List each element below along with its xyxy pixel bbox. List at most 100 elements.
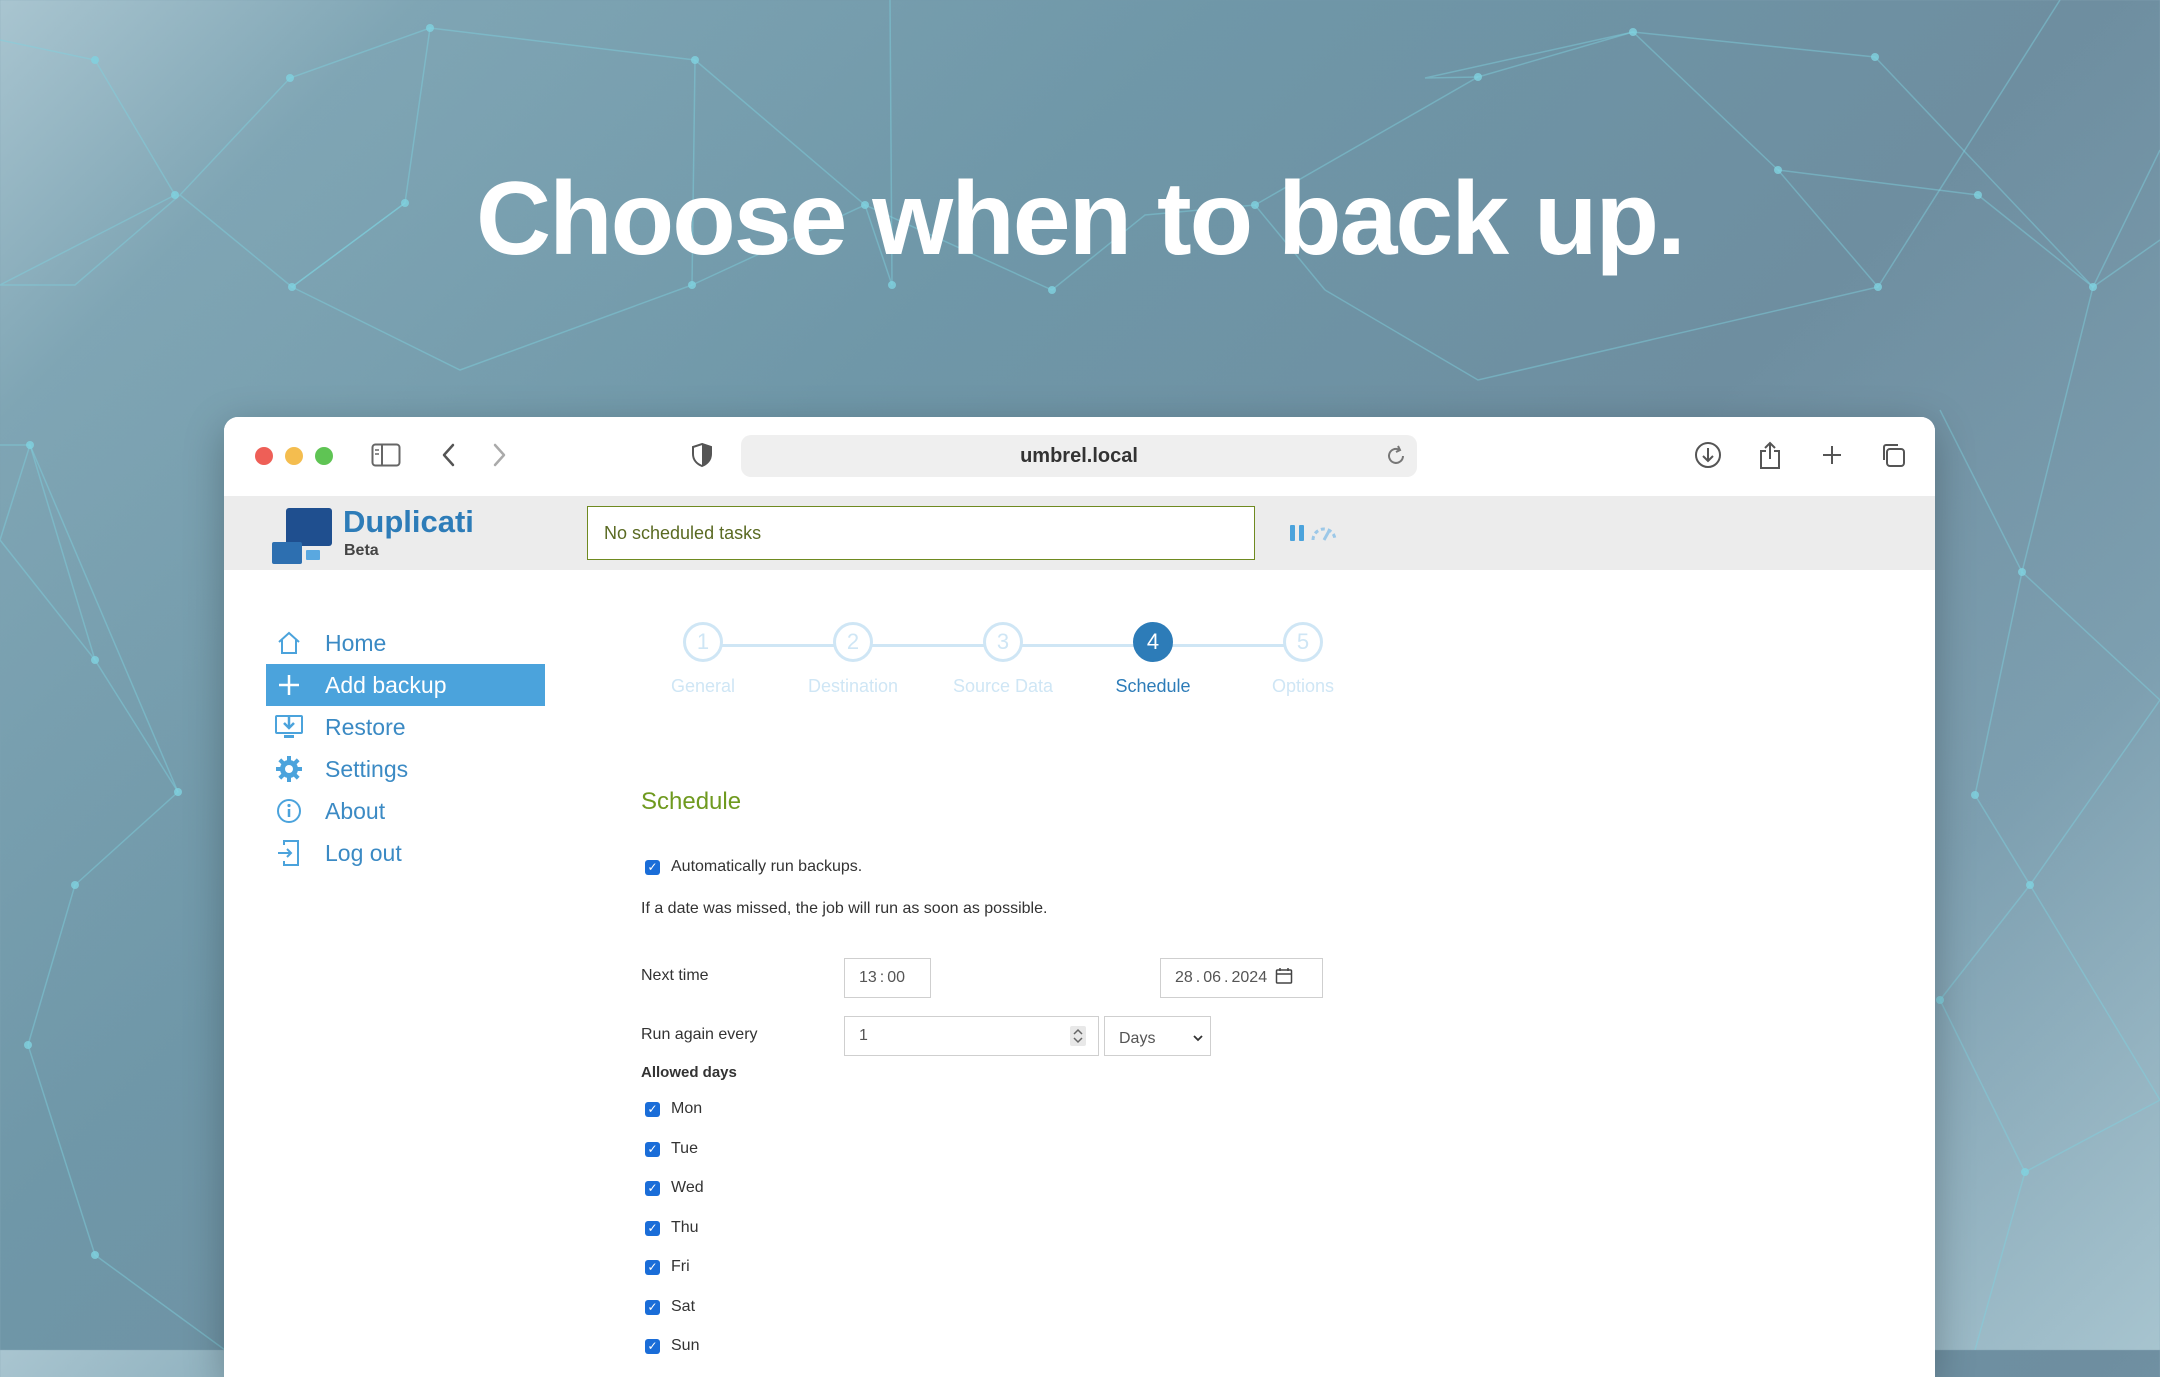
sidebar-item-label: Log out: [325, 839, 402, 866]
run-again-number-input[interactable]: 1: [844, 1016, 1099, 1056]
back-chevron-icon[interactable]: [433, 439, 465, 471]
step-number: 1: [683, 622, 723, 662]
sidebar-item-label: About: [325, 797, 386, 824]
checkbox[interactable]: ✓: [645, 1180, 660, 1196]
share-icon[interactable]: [1754, 439, 1786, 471]
number-stepper-icon[interactable]: [1070, 1026, 1086, 1051]
sidebar-item-settings[interactable]: Settings: [266, 748, 545, 790]
status-text: No scheduled tasks: [604, 522, 762, 543]
sidebar-item-label: Restore: [325, 713, 406, 740]
missed-date-info: If a date was missed, the job will run a…: [641, 900, 1048, 917]
next-time-input[interactable]: 13 : 00: [844, 958, 931, 998]
time-minutes: 00: [887, 969, 906, 986]
checkbox[interactable]: ✓: [645, 1299, 660, 1315]
sidebar-item-about[interactable]: About: [266, 790, 545, 832]
main-content: Home Add backup Restore Settings About L…: [224, 570, 1935, 1377]
next-time-label: Next time: [641, 967, 709, 984]
wizard-step-destination[interactable]: 2 Destination: [778, 622, 928, 697]
sidebar-nav: Home Add backup Restore Settings About L…: [266, 622, 545, 874]
day-checkbox-thu[interactable]: ✓ Thu: [645, 1219, 699, 1237]
sidebar-item-restore[interactable]: Restore: [266, 706, 545, 748]
section-title: Schedule: [641, 788, 742, 815]
gear-icon: [269, 748, 309, 790]
date-day: 28: [1175, 969, 1193, 986]
day-label: Sat: [671, 1298, 696, 1315]
sidebar-item-home[interactable]: Home: [266, 622, 545, 664]
forward-chevron-icon[interactable]: [483, 439, 515, 471]
day-checkbox-tue[interactable]: ✓ Tue: [645, 1140, 698, 1158]
wizard-steps: 1 General 2 Destination 3 Source Data 4 …: [628, 622, 1334, 722]
day-label: Fri: [671, 1258, 690, 1275]
wizard-step-schedule[interactable]: 4 Schedule: [1078, 622, 1228, 697]
step-number: 3: [983, 622, 1023, 662]
auto-run-checkbox-row[interactable]: ✓ Automatically run backups.: [645, 858, 862, 876]
allowed-days-label: Allowed days: [641, 1064, 737, 1081]
step-label: Source Data: [952, 676, 1054, 696]
hero-headline: Choose when to back up.: [476, 161, 1686, 277]
step-label: Options: [1271, 676, 1335, 696]
auto-run-label: Automatically run backups.: [671, 858, 863, 875]
run-again-value: 1: [859, 1027, 868, 1044]
checkbox[interactable]: ✓: [645, 1141, 660, 1157]
app-header: Duplicati Beta No scheduled tasks: [224, 496, 1935, 570]
step-number: 2: [833, 622, 873, 662]
day-label: Mon: [671, 1100, 703, 1117]
chevron-down-icon: [1192, 1030, 1204, 1048]
date-year: 2024: [1231, 969, 1268, 986]
day-label: Sun: [671, 1337, 700, 1354]
time-hours: 13: [859, 969, 877, 986]
day-checkbox-wed[interactable]: ✓ Wed: [645, 1179, 704, 1197]
logout-icon: [269, 832, 309, 874]
home-icon: [269, 622, 309, 664]
pause-icon[interactable]: [1287, 523, 1307, 543]
duplicati-logo-icon: [272, 508, 332, 564]
checkbox[interactable]: ✓: [645, 1220, 660, 1236]
sidebar-item-label: Home: [325, 629, 387, 656]
day-label: Thu: [671, 1219, 699, 1236]
day-label: Tue: [671, 1140, 698, 1157]
day-checkbox-sat[interactable]: ✓ Sat: [645, 1298, 695, 1316]
wizard-step-general[interactable]: 1 General: [628, 622, 778, 697]
close-window-button[interactable]: [255, 447, 273, 465]
info-icon: [269, 790, 309, 832]
app-title[interactable]: Duplicati: [343, 504, 474, 540]
run-again-label: Run again every: [641, 1026, 758, 1043]
sidebar-item-logout[interactable]: Log out: [266, 832, 545, 874]
sidebar-item-label: Settings: [325, 755, 409, 782]
browser-window: umbrel.local Duplicati Beta No scheduled…: [224, 417, 1935, 1377]
downloads-icon[interactable]: [1692, 439, 1724, 471]
step-label: Destination: [807, 676, 899, 696]
address-bar[interactable]: umbrel.local: [741, 435, 1417, 477]
date-month: 06: [1203, 969, 1222, 986]
sidebar-item-add-backup[interactable]: Add backup: [266, 664, 545, 706]
reload-icon[interactable]: [1383, 443, 1409, 475]
step-label: General: [670, 676, 736, 696]
wizard-step-source-data[interactable]: 3 Source Data: [928, 622, 1078, 697]
day-checkbox-fri[interactable]: ✓ Fri: [645, 1258, 690, 1276]
sidebar-item-label: Add backup: [325, 671, 447, 698]
day-checkbox-mon[interactable]: ✓ Mon: [645, 1100, 702, 1118]
sidebar-toggle-icon[interactable]: [370, 439, 402, 471]
minimize-window-button[interactable]: [285, 447, 303, 465]
browser-toolbar: umbrel.local: [224, 417, 1935, 496]
tab-overview-icon[interactable]: [1877, 439, 1909, 471]
step-number: 5: [1283, 622, 1323, 662]
auto-run-checkbox[interactable]: ✓: [645, 859, 660, 875]
wizard-step-options[interactable]: 5 Options: [1228, 622, 1378, 697]
privacy-shield-icon[interactable]: [686, 439, 718, 471]
checkbox[interactable]: ✓: [645, 1101, 660, 1117]
checkbox[interactable]: ✓: [645, 1338, 660, 1354]
status-message-box: No scheduled tasks: [587, 506, 1255, 560]
day-label: Wed: [671, 1179, 704, 1196]
calendar-icon[interactable]: [1275, 967, 1293, 990]
day-checkbox-sun[interactable]: ✓ Sun: [645, 1337, 699, 1355]
url-text: umbrel.local: [1020, 444, 1138, 467]
next-date-input[interactable]: 28 . 06 . 2024: [1160, 958, 1323, 998]
app-subtitle: Beta: [344, 542, 379, 559]
plus-icon: [269, 664, 309, 706]
checkbox[interactable]: ✓: [645, 1259, 660, 1275]
new-tab-plus-icon[interactable]: [1816, 439, 1848, 471]
throttle-speed-icon[interactable]: [1309, 520, 1339, 546]
maximize-window-button[interactable]: [315, 447, 333, 465]
run-again-unit-select[interactable]: Days: [1104, 1016, 1211, 1056]
